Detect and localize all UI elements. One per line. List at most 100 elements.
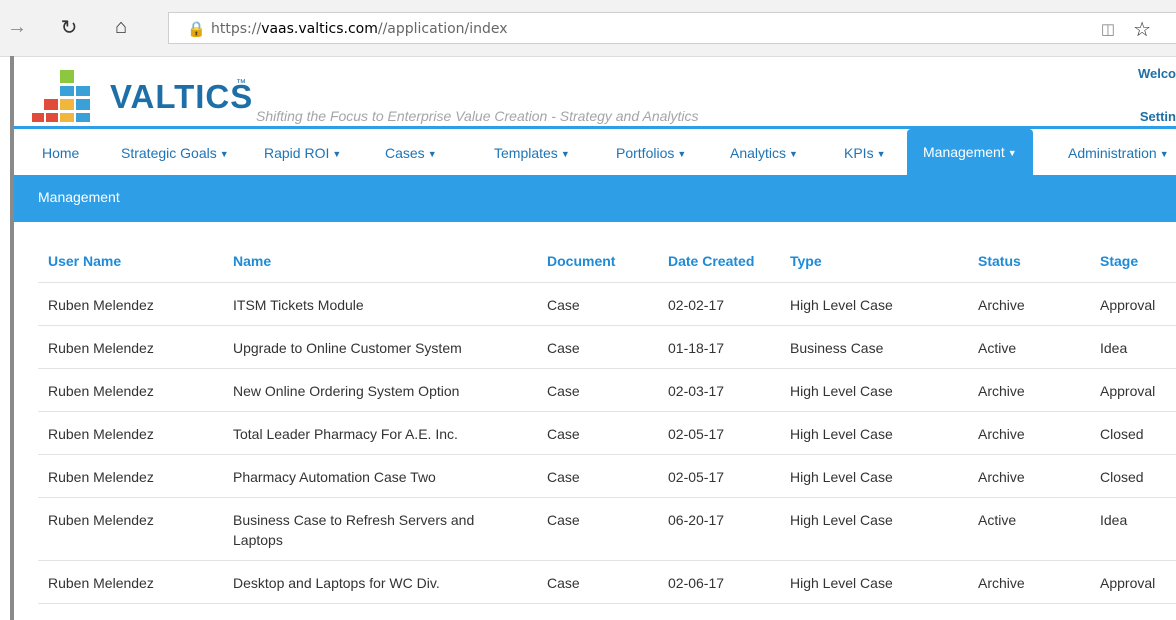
nav-administration[interactable]: Administration ▼ (1068, 145, 1169, 161)
cell-status: Archive (978, 469, 1025, 485)
cell-status: Active (978, 340, 1017, 356)
cell-type: High Level Case (790, 512, 893, 528)
browser-toolbar: → ↻ ⌂ 🔒 https://vaas.valtics.com//applic… (0, 0, 1176, 57)
cell-type: High Level Case (790, 469, 893, 485)
forward-icon[interactable]: → (4, 14, 30, 40)
cell-name: Total Leader Pharmacy For A.E. Inc. (233, 426, 458, 442)
nav-kpis[interactable]: KPIs ▼ (844, 145, 886, 161)
cell-document: Case (547, 426, 580, 442)
nav-home[interactable]: Home (42, 145, 79, 161)
logo-trademark: ™ (236, 78, 246, 89)
column-header-stage[interactable]: Stage (1100, 240, 1176, 283)
caret-down-icon: ▼ (876, 149, 886, 160)
cell-status: Archive (978, 426, 1025, 442)
cell-user-name: Ruben Melendez (48, 426, 154, 442)
nav-rapid-roi[interactable]: Rapid ROI ▼ (264, 145, 341, 161)
nav-analytics[interactable]: Analytics ▼ (730, 145, 798, 161)
cell-date-created: 01-18-17 (668, 340, 725, 356)
cell-stage: Idea (1100, 512, 1128, 528)
cell-status: Archive (978, 383, 1025, 399)
cell-document: Case (547, 512, 580, 528)
reading-view-icon[interactable]: ◫ (1101, 20, 1115, 38)
welcome-link[interactable]: Welco (1138, 66, 1176, 81)
nav-portfolios[interactable]: Portfolios ▼ (616, 145, 686, 161)
table-row[interactable]: Ruben Melendez Business Case to Refresh S… (38, 497, 1176, 561)
table-row[interactable]: Ruben Melendez New Online Ordering System… (38, 368, 1176, 412)
section-title: Management (38, 189, 120, 205)
cell-status: Archive (978, 297, 1025, 313)
caret-down-icon: ▼ (219, 149, 229, 160)
valtics-logo[interactable]: VALTICS ™ (32, 68, 252, 128)
cell-name: Desktop and Laptops for WC Div. (233, 575, 440, 591)
settings-link[interactable]: Settin (1140, 109, 1176, 124)
cell-type: High Level Case (790, 297, 893, 313)
logo-blocks-icon (32, 70, 90, 122)
tagline: Shifting the Focus to Enterprise Value C… (256, 108, 699, 124)
cell-user-name: Ruben Melendez (48, 512, 154, 528)
cell-name: Business Case to Refresh Servers and Lap… (233, 512, 475, 548)
cell-user-name: Ruben Melendez (48, 575, 154, 591)
column-header-name[interactable]: Name (233, 240, 547, 283)
cell-name: Upgrade to Online Customer System (233, 340, 462, 356)
cell-document: Case (547, 297, 580, 313)
cell-date-created: 06-20-17 (668, 512, 725, 528)
cell-date-created: 02-02-17 (668, 297, 725, 313)
favorite-star-icon[interactable]: ☆ (1133, 17, 1151, 42)
section-header: Management (14, 175, 1176, 222)
table-row[interactable]: Ruben Melendez Upgrade to Online Customer… (38, 325, 1176, 369)
table-row[interactable]: Ruben Melendez Total Leader Pharmacy For … (38, 411, 1176, 455)
page: VALTICS ™ Shifting the Focus to Enterpri… (0, 56, 1176, 620)
cell-document: Case (547, 575, 580, 591)
column-header-date-created[interactable]: Date Created (668, 240, 790, 283)
caret-down-icon: ▼ (332, 149, 342, 160)
cell-type: High Level Case (790, 383, 893, 399)
column-header-type[interactable]: Type (790, 240, 978, 283)
cell-status: Archive (978, 575, 1025, 591)
cell-name: ITSM Tickets Module (233, 297, 364, 313)
home-icon[interactable]: ⌂ (108, 14, 134, 40)
table-row[interactable]: Ruben Melendez Pharmacy Automation Case T… (38, 454, 1176, 498)
column-header-status[interactable]: Status (978, 240, 1100, 283)
cell-user-name: Ruben Melendez (48, 340, 154, 356)
main-nav: Home Strategic Goals ▼ Rapid ROI ▼ Cases ▼ … (14, 129, 1176, 175)
cell-date-created: 02-05-17 (668, 426, 725, 442)
cell-date-created: 02-03-17 (668, 383, 725, 399)
caret-down-icon: ▼ (789, 149, 798, 160)
table-row[interactable]: Ruben Melendez Desktop and Laptops for WC… (38, 560, 1176, 604)
address-bar[interactable]: 🔒 https://vaas.valtics.com//application/… (168, 12, 1176, 44)
nav-templates[interactable]: Templates ▼ (494, 145, 570, 161)
nav-cases[interactable]: Cases ▼ (385, 145, 437, 161)
cell-user-name: Ruben Melendez (48, 297, 154, 313)
cell-stage: Closed (1100, 426, 1144, 442)
caret-down-icon: ▼ (1007, 148, 1017, 159)
caret-down-icon: ▼ (677, 149, 687, 160)
cell-name: Pharmacy Automation Case Two (233, 469, 436, 485)
cell-date-created: 02-06-17 (668, 575, 725, 591)
cell-user-name: Ruben Melendez (48, 383, 154, 399)
column-header-user-name[interactable]: User Name (48, 240, 233, 283)
cell-stage: Closed (1100, 469, 1144, 485)
cell-stage: Approval (1100, 383, 1156, 399)
cell-stage: Approval (1100, 297, 1156, 313)
cell-stage: Approval (1100, 575, 1156, 591)
cell-document: Case (547, 383, 580, 399)
management-table: User Name Name Document Date Created Typ… (38, 240, 1176, 604)
table-row[interactable]: Ruben Melendez ITSM Tickets Module Case 02-… (38, 282, 1176, 326)
nav-strategic-goals[interactable]: Strategic Goals ▼ (121, 145, 229, 161)
cell-status: Active (978, 512, 1017, 528)
caret-down-icon: ▼ (560, 149, 570, 160)
url-text: https://vaas.valtics.com//application/in… (211, 21, 508, 37)
cell-name: New Online Ordering System Option (233, 383, 460, 399)
cell-document: Case (547, 469, 580, 485)
nav-management[interactable]: Management ▼ (907, 129, 1033, 175)
lock-icon: 🔒 (187, 21, 206, 38)
refresh-icon[interactable]: ↻ (56, 14, 82, 40)
cell-stage: Idea (1100, 340, 1128, 356)
cell-document: Case (547, 340, 580, 356)
cell-type: High Level Case (790, 575, 893, 591)
caret-down-icon: ▼ (427, 149, 437, 160)
column-header-document[interactable]: Document (547, 240, 668, 283)
table-header-row: User Name Name Document Date Created Typ… (38, 240, 1176, 283)
cell-type: High Level Case (790, 426, 893, 442)
caret-down-icon: ▼ (1159, 149, 1169, 160)
